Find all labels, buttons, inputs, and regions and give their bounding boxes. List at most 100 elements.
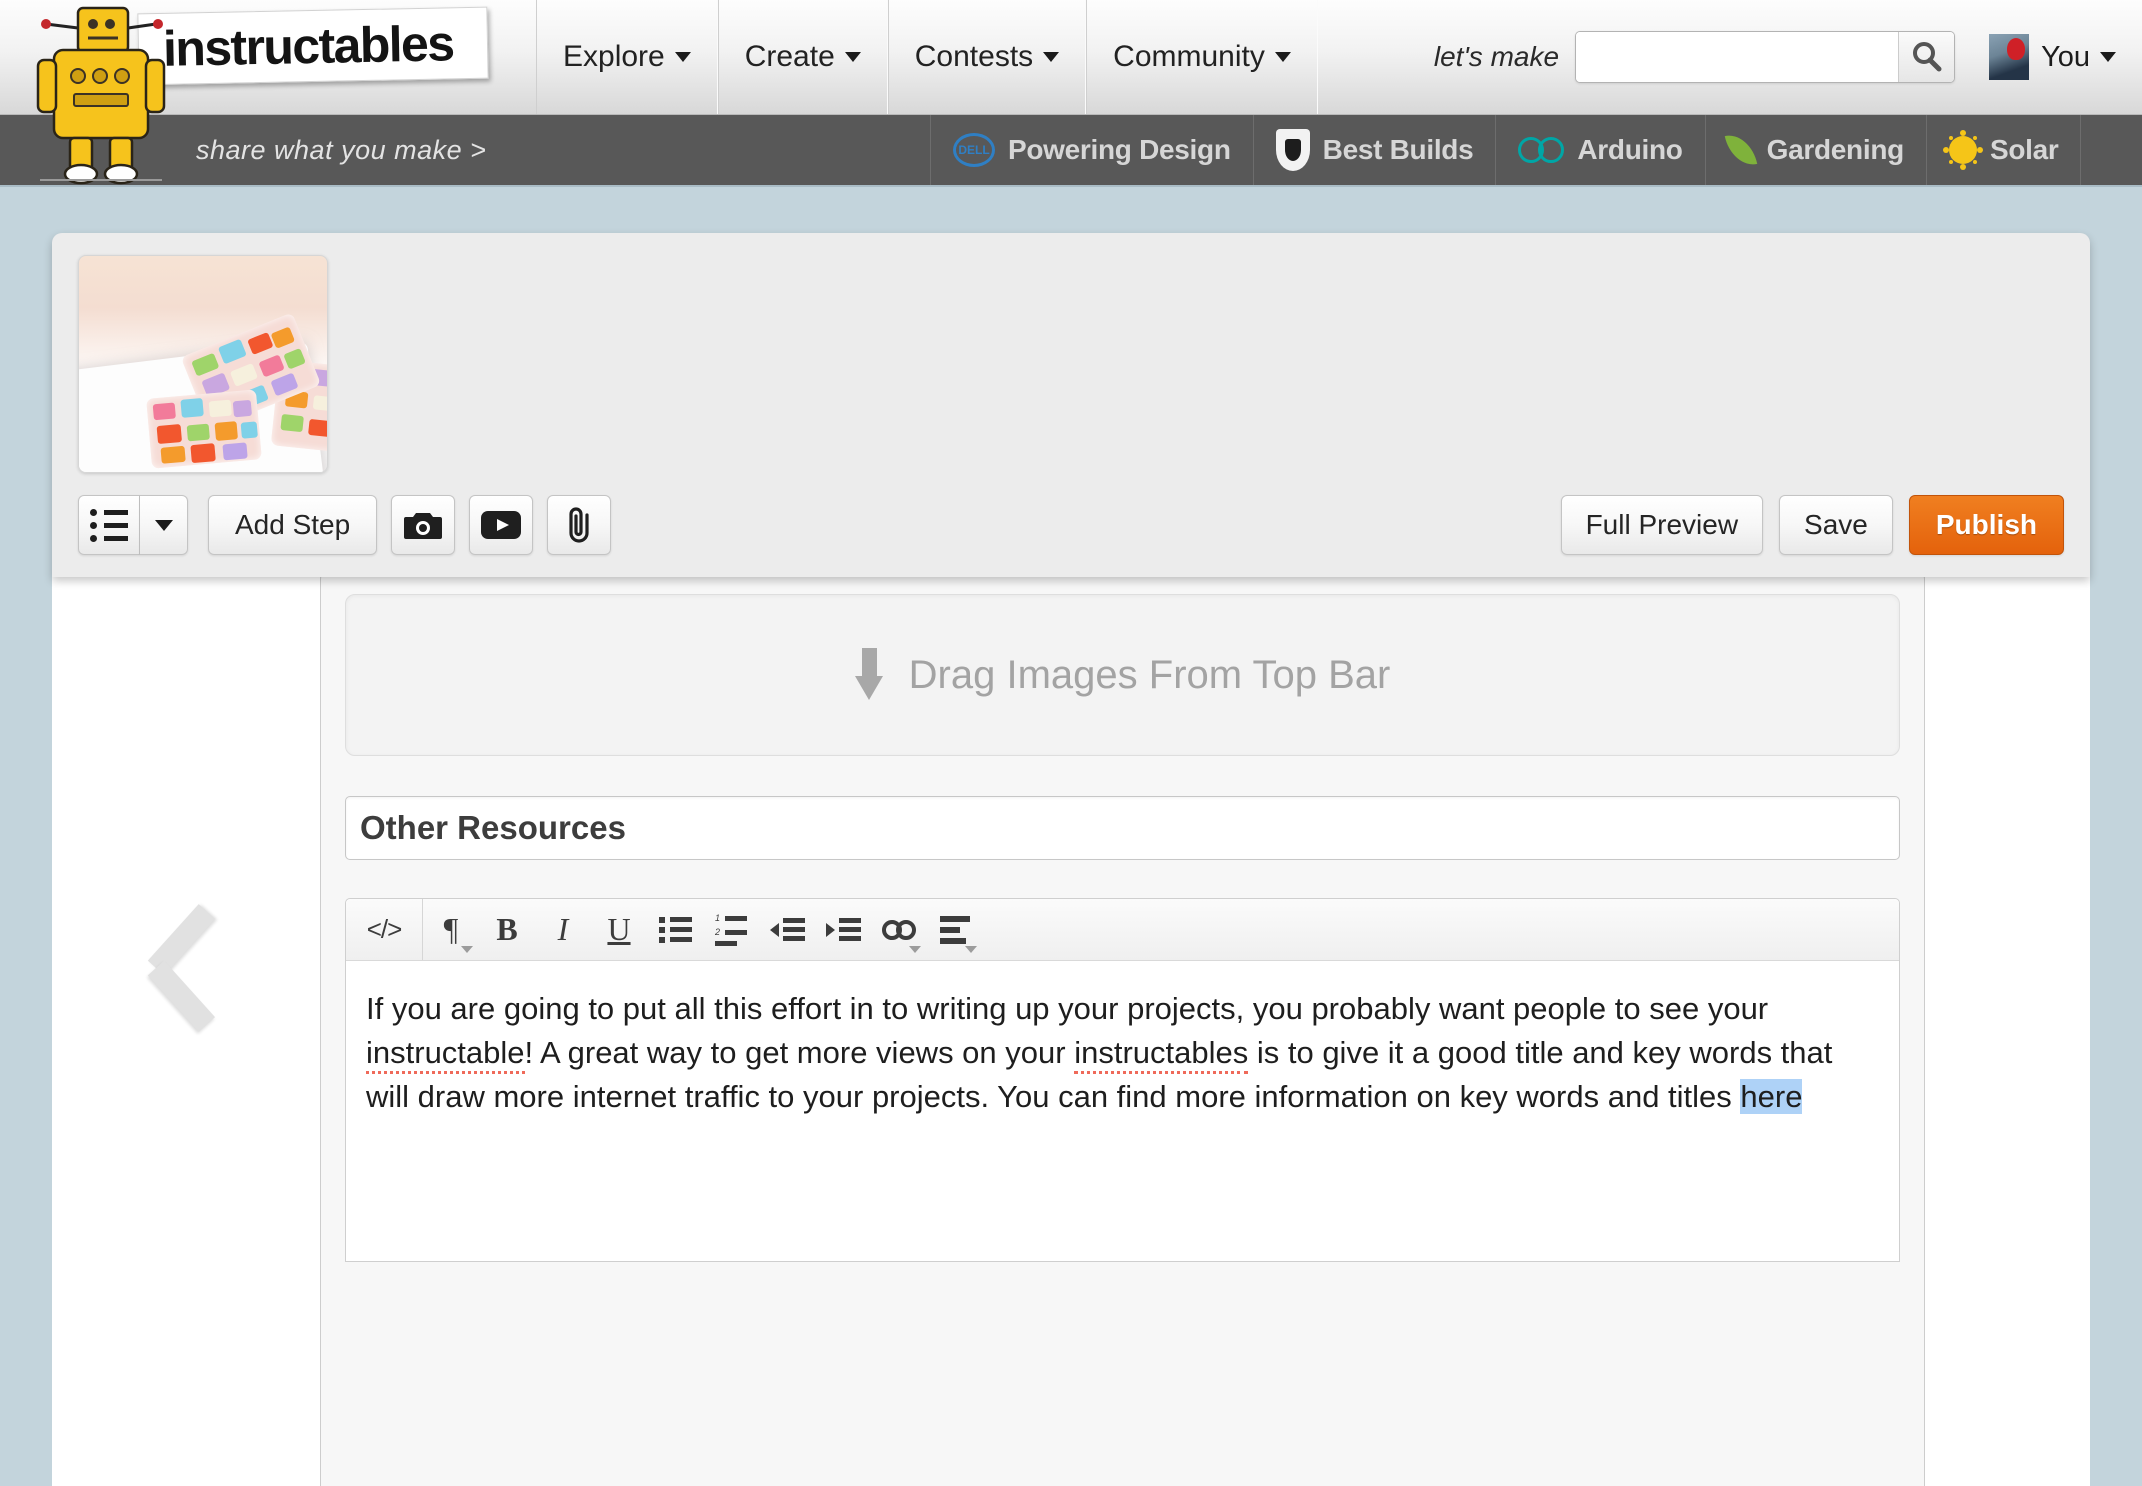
channel-label: Powering Design bbox=[1008, 134, 1231, 166]
user-menu[interactable]: You bbox=[1989, 34, 2116, 80]
shield-icon bbox=[1276, 129, 1310, 171]
save-label: Save bbox=[1804, 509, 1868, 541]
publish-button[interactable]: Publish bbox=[1909, 495, 2064, 555]
underline-icon: U bbox=[607, 911, 630, 948]
paperclip-icon bbox=[562, 505, 596, 545]
video-play-icon bbox=[480, 510, 522, 540]
underline-button[interactable]: U bbox=[591, 899, 647, 960]
search-input[interactable] bbox=[1576, 32, 1898, 82]
nav-label: Explore bbox=[563, 40, 665, 74]
camera-icon bbox=[403, 509, 443, 541]
italic-icon: I bbox=[558, 911, 569, 948]
bullet-list-button[interactable] bbox=[647, 899, 703, 960]
logo-text: instructables bbox=[138, 8, 487, 85]
step-list-dropdown-button[interactable] bbox=[140, 495, 188, 555]
full-preview-button[interactable]: Full Preview bbox=[1561, 495, 1763, 555]
body-text-a: If you are going to put all this effort … bbox=[366, 991, 1768, 1026]
numbered-list-icon: 12 bbox=[715, 913, 747, 946]
italic-button[interactable]: I bbox=[535, 899, 591, 960]
logo-area[interactable]: instructables bbox=[0, 0, 536, 114]
nav-label: Create bbox=[745, 40, 835, 74]
channel-label: Solar bbox=[1990, 134, 2059, 166]
site-tagline[interactable]: share what you make > bbox=[196, 135, 486, 166]
user-menu-label: You bbox=[2041, 41, 2090, 74]
project-thumbnail[interactable] bbox=[78, 255, 328, 473]
leaf-icon bbox=[1724, 131, 1757, 170]
nav-item-create[interactable]: Create bbox=[718, 0, 888, 114]
page-body: Drag Images From Top Bar Other Resources… bbox=[0, 187, 2142, 1486]
align-left-icon bbox=[940, 916, 970, 944]
site-logo-wordmark[interactable]: instructables bbox=[137, 7, 488, 86]
channel-label: Gardening bbox=[1767, 134, 1904, 166]
search-area: let's make You bbox=[1318, 0, 2142, 114]
outdent-icon bbox=[770, 918, 805, 941]
channel-powering-design[interactable]: DELL Powering Design bbox=[930, 115, 1253, 185]
save-button[interactable]: Save bbox=[1779, 495, 1893, 555]
chevron-down-icon bbox=[1275, 52, 1291, 62]
step-body-editor[interactable]: If you are going to put all this effort … bbox=[346, 961, 1899, 1261]
add-image-button[interactable] bbox=[391, 495, 455, 555]
chevron-left-icon bbox=[148, 961, 215, 1032]
nav-item-explore[interactable]: Explore bbox=[536, 0, 718, 114]
paragraph-style-button[interactable]: ¶ bbox=[423, 899, 479, 960]
dell-logo-icon: DELL bbox=[953, 133, 995, 167]
body-text-b: ! A great way to get more views on your bbox=[525, 1035, 1075, 1070]
add-step-button[interactable]: Add Step bbox=[208, 495, 377, 555]
channel-best-builds[interactable]: Best Builds bbox=[1253, 115, 1496, 185]
rich-text-editor: </> ¶ B I U bbox=[345, 898, 1900, 1262]
sun-icon bbox=[1949, 136, 1977, 164]
indent-button[interactable] bbox=[815, 899, 871, 960]
search-icon bbox=[1910, 40, 1944, 74]
link-button[interactable] bbox=[871, 899, 927, 960]
editor-header-card: Add Step bbox=[52, 233, 2090, 577]
full-preview-label: Full Preview bbox=[1586, 509, 1738, 541]
channel-arduino[interactable]: Arduino bbox=[1495, 115, 1704, 185]
step-list-button[interactable] bbox=[78, 495, 140, 555]
numbered-list-button[interactable]: 12 bbox=[703, 899, 759, 960]
misspelled-word: instructable bbox=[366, 1035, 525, 1074]
rte-group-source: </> bbox=[346, 899, 422, 960]
editor-toolbar: Add Step bbox=[78, 495, 2064, 555]
bold-button[interactable]: B bbox=[479, 899, 535, 960]
link-icon bbox=[882, 920, 916, 940]
channel-label: Arduino bbox=[1577, 134, 1682, 166]
add-attachment-button[interactable] bbox=[547, 495, 611, 555]
add-step-label: Add Step bbox=[235, 509, 350, 541]
nav-item-community[interactable]: Community bbox=[1086, 0, 1318, 114]
image-dropzone[interactable]: Drag Images From Top Bar bbox=[345, 594, 1900, 756]
step-editor-panel: Drag Images From Top Bar Other Resources… bbox=[320, 569, 1925, 1486]
nav-item-contests[interactable]: Contests bbox=[888, 0, 1086, 114]
bold-icon: B bbox=[496, 911, 517, 948]
bullet-list-icon bbox=[659, 917, 692, 943]
publish-label: Publish bbox=[1936, 509, 2037, 541]
site-header: instructables Explore Create Contests Co… bbox=[0, 0, 2142, 115]
outdent-button[interactable] bbox=[759, 899, 815, 960]
step-title-input[interactable]: Other Resources bbox=[345, 796, 1900, 860]
avatar bbox=[1989, 34, 2029, 80]
add-video-button[interactable] bbox=[469, 495, 533, 555]
rte-toolbar: </> ¶ B I U bbox=[346, 899, 1899, 961]
channel-links: DELL Powering Design Best Builds Arduino… bbox=[930, 115, 2142, 185]
search-box bbox=[1575, 31, 1955, 83]
align-button[interactable] bbox=[927, 899, 983, 960]
search-button[interactable] bbox=[1898, 32, 1954, 82]
selected-text[interactable]: here bbox=[1740, 1079, 1802, 1114]
channel-label: Best Builds bbox=[1323, 134, 1474, 166]
main-navigation: Explore Create Contests Community bbox=[536, 0, 1318, 114]
body-paragraph: If you are going to put all this effort … bbox=[366, 987, 1879, 1119]
rte-group-format: ¶ B I U bbox=[422, 899, 983, 960]
down-arrow-icon bbox=[855, 648, 883, 702]
channel-solar[interactable]: Solar bbox=[1926, 115, 2082, 185]
indent-icon bbox=[826, 918, 861, 941]
misspelled-word: instructables bbox=[1074, 1035, 1248, 1074]
channel-gardening[interactable]: Gardening bbox=[1705, 115, 1926, 185]
paragraph-icon: ¶ bbox=[444, 911, 459, 948]
step-list-icon bbox=[90, 509, 128, 542]
step-title-value: Other Resources bbox=[360, 809, 626, 847]
source-code-button[interactable]: </> bbox=[346, 899, 422, 960]
chevron-down-icon bbox=[155, 520, 173, 531]
chevron-down-icon bbox=[1043, 52, 1059, 62]
nav-label: Contests bbox=[915, 40, 1033, 74]
source-code-icon: </> bbox=[367, 914, 402, 945]
robot-mascot-icon bbox=[36, 0, 166, 188]
